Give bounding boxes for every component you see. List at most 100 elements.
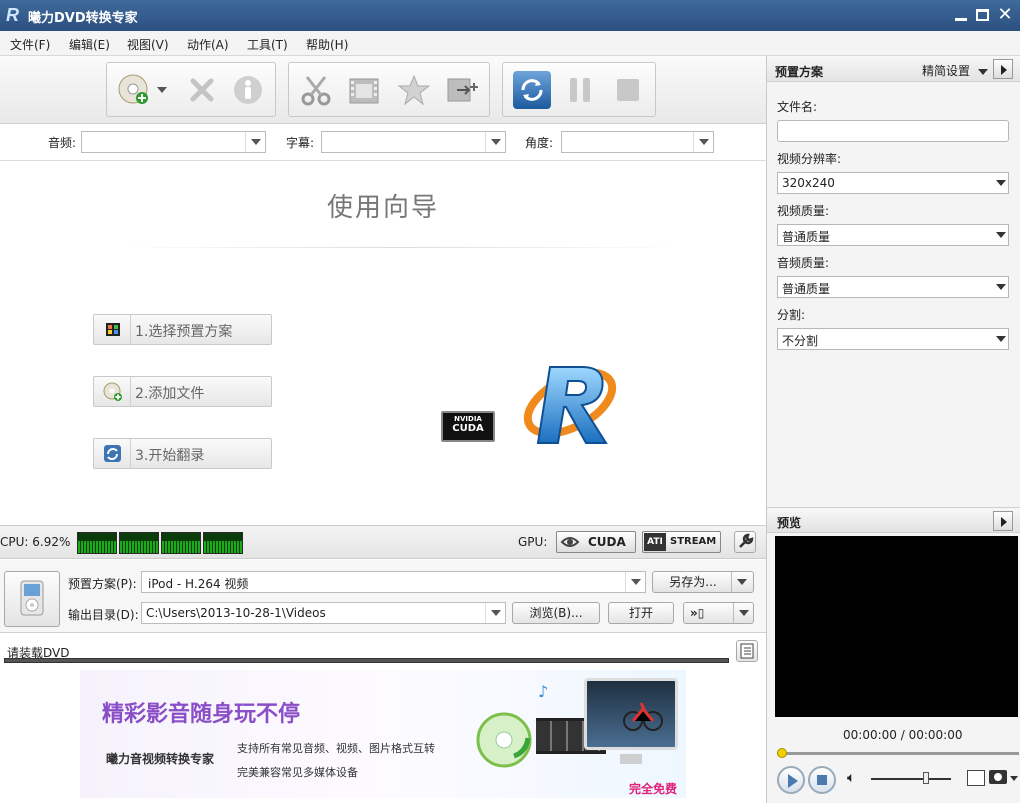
menu-file[interactable]: 文件(F) (10, 36, 50, 53)
save-as-label: 另存为... (669, 575, 717, 589)
wizard-divider (120, 247, 680, 248)
output-dir-select[interactable]: C:\Users\2013-10-28-1\Videos (141, 602, 506, 624)
add-dropdown-icon[interactable] (157, 87, 167, 93)
preview-time: 00:00:00 / 00:00:00 (843, 728, 963, 742)
chevron-down-icon[interactable] (733, 603, 753, 623)
play-button[interactable] (777, 766, 805, 794)
pause-icon[interactable] (563, 73, 597, 107)
stop-icon[interactable] (611, 73, 645, 107)
film-icon[interactable] (347, 73, 381, 107)
filename-input[interactable] (777, 120, 1009, 142)
audio-label: 音频: (48, 136, 77, 150)
chevron-down-icon (996, 284, 1006, 290)
banner-line2: 完美兼容常见多媒体设备 (237, 766, 358, 779)
subtitle-select[interactable] (321, 131, 506, 153)
promo-banner[interactable]: 精彩影音随身玩不停 曦力音视频转换专家 支持所有常见音频、视频、图片格式互转 完… (80, 670, 686, 798)
chevron-down-icon[interactable] (485, 132, 505, 152)
remove-icon[interactable] (185, 73, 219, 107)
toolbar-group-file (106, 62, 276, 117)
split-value: 不分割 (782, 334, 819, 348)
device-ipod-button[interactable] (4, 571, 60, 627)
cuda-badge[interactable]: CUDA (556, 531, 636, 553)
settings-mode-dropdown[interactable]: 精简设置 (922, 62, 988, 79)
preset-value: iPod - H.264 视频 (148, 577, 249, 591)
chevron-down-icon[interactable] (245, 132, 265, 152)
cuda-badge-text: CUDA (588, 535, 626, 549)
chevron-down-icon (977, 68, 988, 75)
preview-screen (775, 536, 1018, 717)
output-settings: 预置方案(P): iPod - H.264 视频 另存为... 输出目录(D):… (0, 560, 766, 633)
wizard-step-label: 1.选择预置方案 (135, 324, 233, 340)
maximize-button[interactable] (972, 4, 994, 26)
transfer-to-device-icon: »▯ (690, 606, 705, 620)
resolution-value: 320x240 (782, 176, 835, 190)
menu-help[interactable]: 帮助(H) (306, 36, 348, 53)
cpu-usage: CPU: 6.92% (0, 535, 71, 549)
monitor-stand (620, 754, 642, 764)
chevron-down-icon[interactable] (1010, 776, 1018, 781)
close-button[interactable]: ✕ (994, 4, 1016, 26)
chevron-down-icon[interactable] (731, 572, 753, 592)
transfer-device-button[interactable]: »▯ (683, 602, 754, 624)
toolbar (0, 56, 766, 124)
chevron-down-icon[interactable] (625, 572, 645, 592)
angle-select[interactable] (561, 131, 714, 153)
wizard-panel: 使用向导 1.选择预置方案 2.添加文件 3.开始翻录 NVIDIA CUDA (0, 161, 766, 525)
audio-quality-select[interactable]: 普通质量 (777, 276, 1009, 298)
volume-icon[interactable]: 🔈︎ (847, 770, 855, 786)
browse-button[interactable]: 浏览(B)... (512, 602, 600, 624)
convert-icon[interactable] (513, 71, 551, 109)
stop-button[interactable] (808, 766, 836, 794)
panel-expand-button[interactable] (993, 59, 1013, 79)
seek-thumb[interactable] (777, 748, 787, 758)
resource-bar: CPU: 6.92% GPU: CUDA ATI STREAM (0, 525, 766, 559)
audio-quality-value: 普通质量 (782, 282, 831, 296)
menu-action[interactable]: 动作(A) (187, 36, 229, 53)
log-button[interactable] (736, 640, 758, 662)
title-bar: R 曦力DVD转换专家 ✕ (0, 0, 1020, 31)
wizard-step-label: 3.开始翻录 (135, 448, 205, 464)
chevron-down-icon (996, 180, 1006, 186)
chevron-down-icon[interactable] (485, 603, 505, 623)
preset-select[interactable]: iPod - H.264 视频 (141, 571, 646, 593)
monitor-graphic (584, 678, 678, 750)
toolbar-group-convert (502, 62, 656, 117)
scissors-icon[interactable] (299, 73, 333, 107)
minimize-button[interactable] (950, 4, 972, 26)
effects-star-icon[interactable] (397, 73, 431, 107)
info-icon[interactable] (231, 73, 265, 107)
wizard-step-preset[interactable]: 1.选择预置方案 (93, 314, 272, 345)
split-select[interactable]: 不分割 (777, 328, 1009, 350)
open-folder-button[interactable]: 打开 (608, 602, 674, 624)
wizard-step-start[interactable]: 3.开始翻录 (93, 438, 272, 469)
wrench-icon (739, 533, 754, 548)
menu-tools[interactable]: 工具(T) (247, 36, 288, 53)
ati-stream-badge[interactable]: ATI STREAM (642, 531, 721, 553)
add-disc-icon[interactable] (117, 73, 151, 107)
menu-view[interactable]: 视图(V) (127, 36, 169, 53)
seek-track[interactable] (777, 752, 1019, 755)
list-icon (740, 643, 754, 659)
nvidia-cuda-logo: NVIDIA CUDA (441, 411, 495, 442)
camera-icon[interactable] (989, 770, 1007, 784)
save-as-button[interactable]: 另存为... (652, 571, 754, 593)
preview-expand-button[interactable] (993, 511, 1013, 531)
volume-thumb[interactable] (922, 772, 929, 784)
resolution-select[interactable]: 320x240 (777, 172, 1009, 194)
app-big-logo-icon (520, 359, 620, 451)
split-label: 分割: (777, 308, 806, 322)
video-quality-select[interactable]: 普通质量 (777, 224, 1009, 246)
toolbar-group-edit (288, 62, 490, 117)
audio-select[interactable] (81, 131, 266, 153)
settings-wrench-button[interactable] (734, 531, 756, 553)
volume-track[interactable] (871, 778, 951, 780)
menu-bar: 文件(F) 编辑(E) 视图(V) 动作(A) 工具(T) 帮助(H) (0, 31, 1020, 56)
snapshot-folder-icon[interactable] (967, 770, 985, 786)
preset-label: 预置方案(P): (68, 577, 137, 591)
menu-edit[interactable]: 编辑(E) (69, 36, 110, 53)
wizard-step-add-file[interactable]: 2.添加文件 (93, 376, 272, 407)
chevron-down-icon[interactable] (693, 132, 713, 152)
gpu-label: GPU: (518, 535, 548, 549)
merge-icon[interactable] (445, 73, 479, 107)
banner-free: 完全免费 (629, 782, 678, 796)
